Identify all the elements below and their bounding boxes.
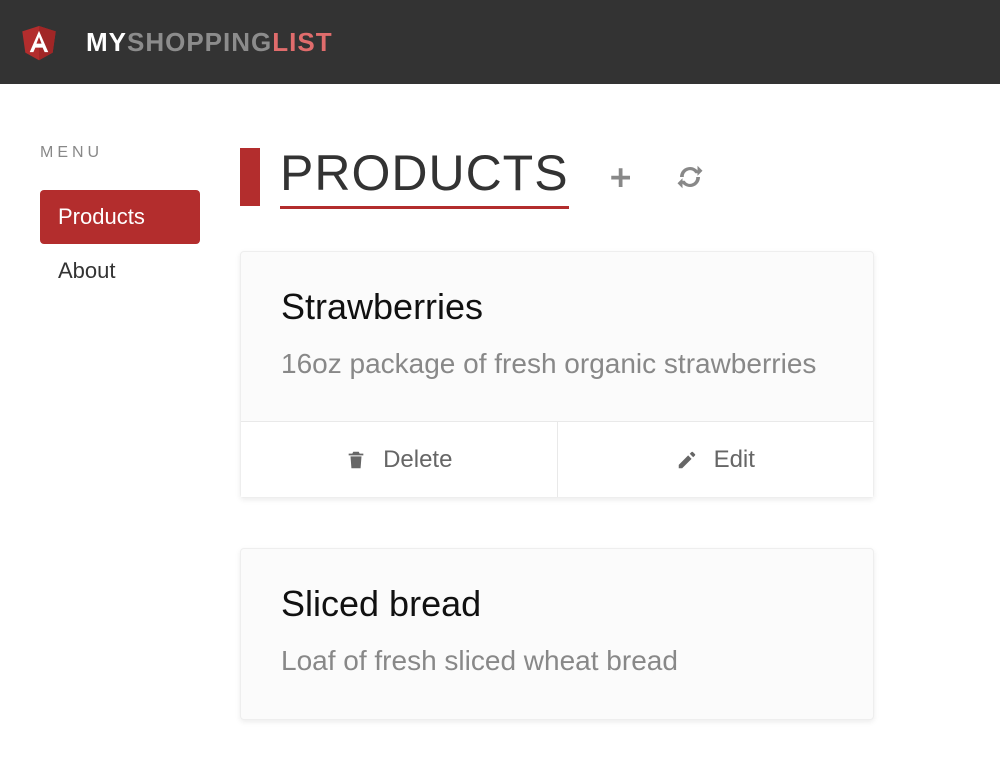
add-product-button[interactable] (605, 162, 635, 192)
product-card-actions: Delete Edit (241, 421, 873, 497)
content-area: MENU Products About PRODUCTS Strawberrie… (0, 84, 1000, 770)
brand-part-3: LIST (272, 27, 332, 57)
page-title: PRODUCTS (280, 144, 569, 209)
product-description: 16oz package of fresh organic strawberri… (281, 342, 833, 385)
sidebar-item-about[interactable]: About (40, 244, 200, 298)
product-description: Loaf of fresh sliced wheat bread (281, 639, 833, 682)
product-title: Sliced bread (281, 583, 833, 625)
plus-icon (605, 162, 635, 192)
menu-heading: MENU (40, 144, 200, 162)
edit-icon (676, 449, 698, 471)
sidebar-item-products[interactable]: Products (40, 190, 200, 244)
delete-button-label: Delete (383, 446, 452, 474)
refresh-button[interactable] (675, 162, 705, 192)
refresh-icon (675, 162, 705, 192)
title-accent-bar (240, 148, 260, 206)
delete-button[interactable]: Delete (241, 422, 557, 497)
brand-part-1: MY (86, 27, 127, 57)
trash-icon (345, 449, 367, 471)
product-card: Sliced bread Loaf of fresh sliced wheat … (240, 548, 874, 719)
brand-part-2: SHOPPING (127, 27, 272, 57)
app-header: MYSHOPPINGLIST (0, 0, 1000, 84)
app-brand: MYSHOPPINGLIST (86, 27, 333, 58)
product-card: Strawberries 16oz package of fresh organ… (240, 251, 874, 498)
product-card-body: Strawberries 16oz package of fresh organ… (241, 252, 873, 421)
angular-logo-icon (20, 22, 58, 62)
edit-button-label: Edit (714, 446, 755, 474)
sidebar-item-label: Products (58, 204, 145, 229)
page-header: PRODUCTS (240, 144, 960, 209)
sidebar-item-label: About (58, 258, 116, 283)
edit-button[interactable]: Edit (557, 422, 874, 497)
product-title: Strawberries (281, 286, 833, 328)
main-panel: PRODUCTS Strawberries 16oz package of fr… (240, 144, 960, 770)
product-card-body: Sliced bread Loaf of fresh sliced wheat … (241, 549, 873, 718)
sidebar: MENU Products About (40, 144, 200, 770)
